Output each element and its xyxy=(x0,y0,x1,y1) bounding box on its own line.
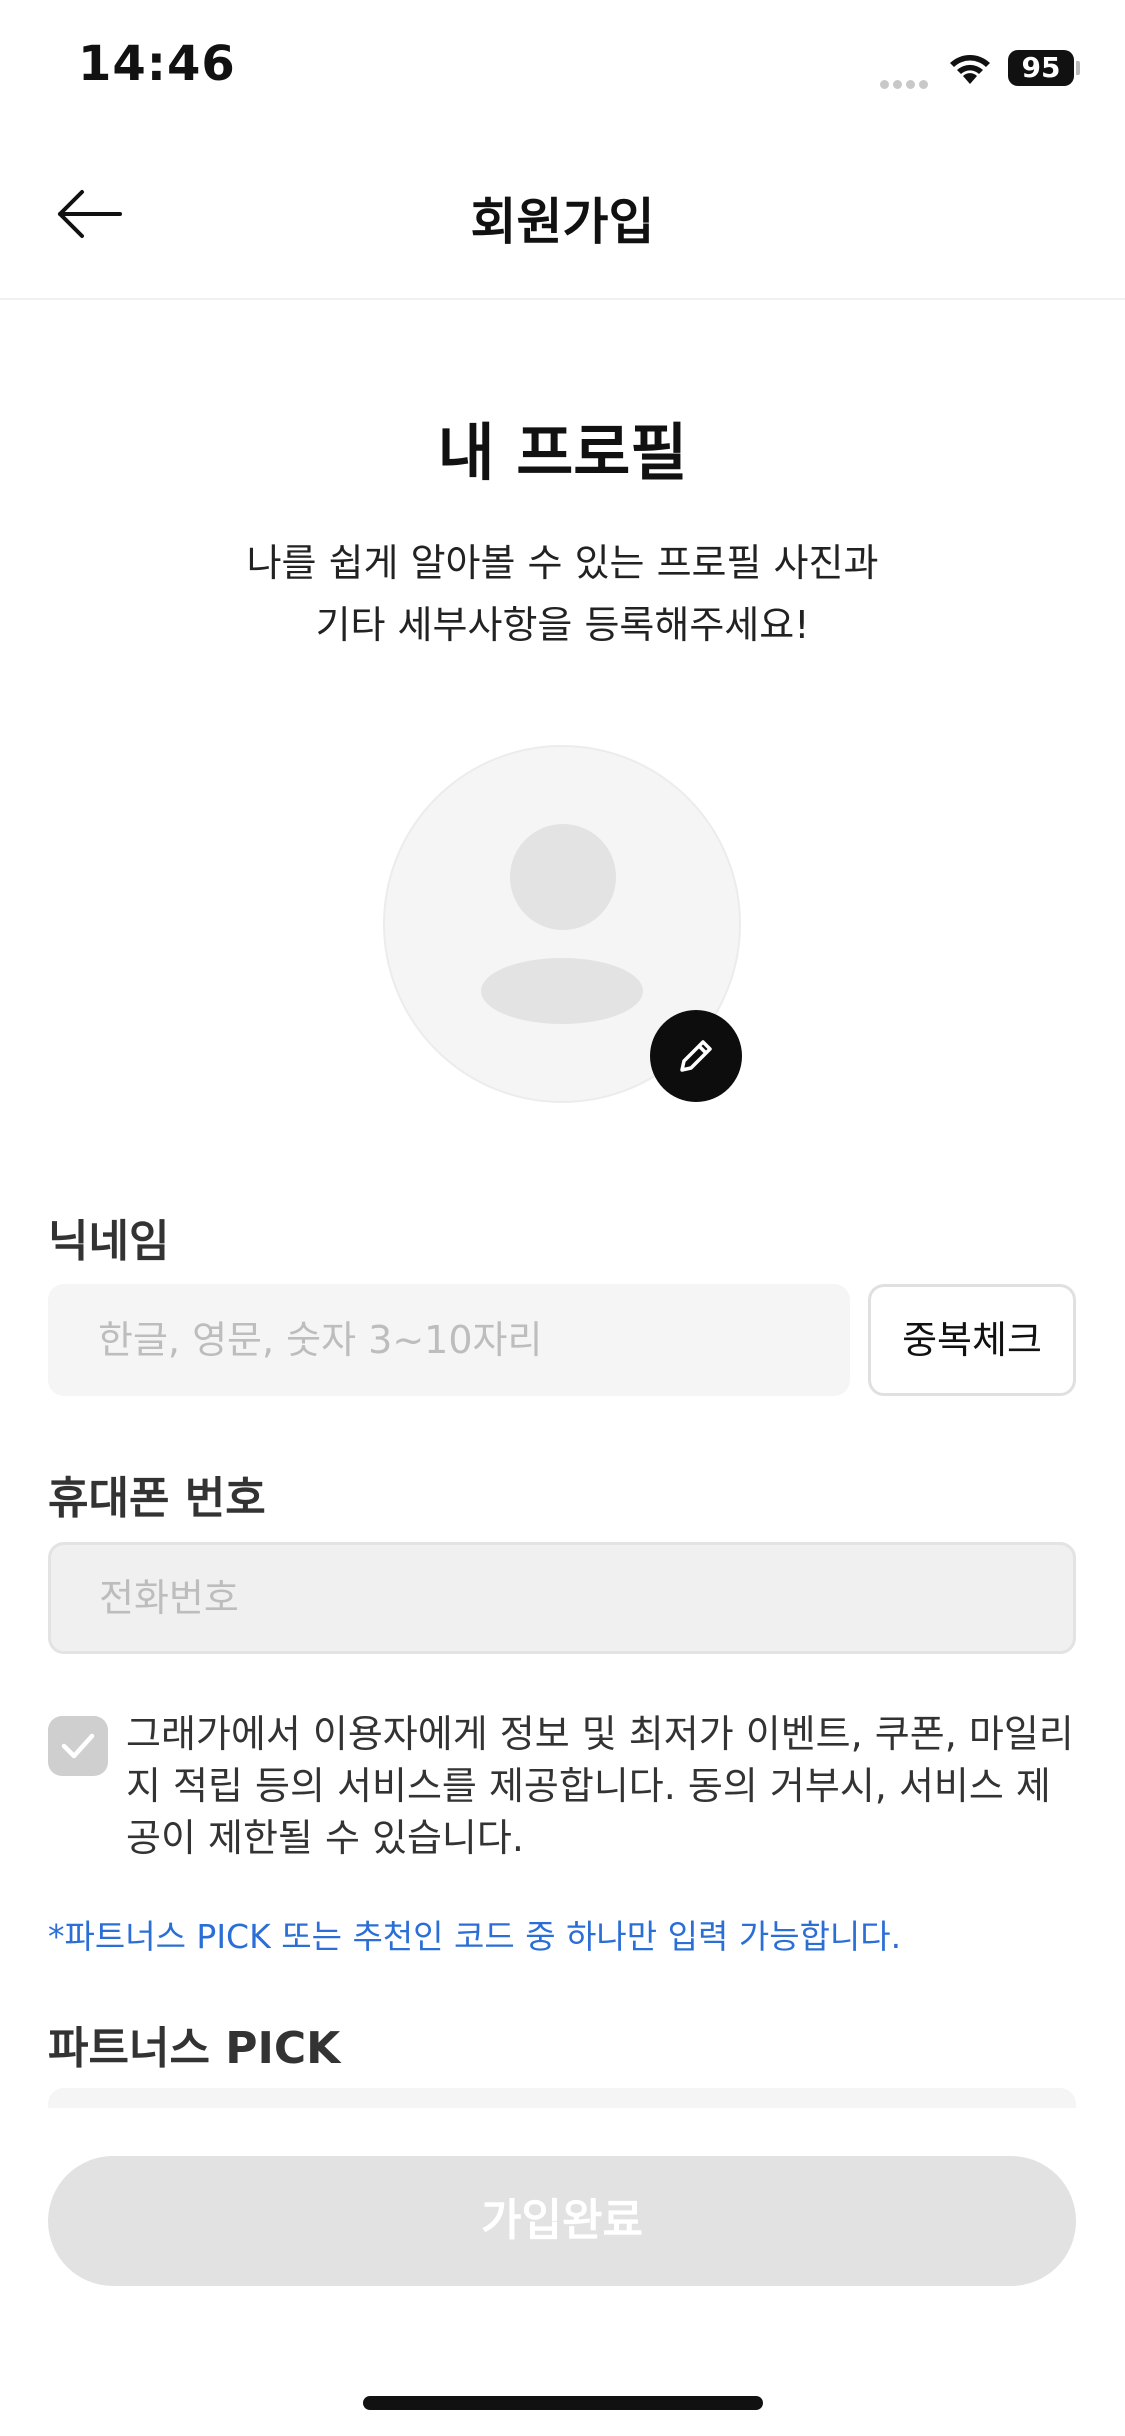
profile-description-line: 나를 쉽게 알아볼 수 있는 프로필 사진과 xyxy=(246,541,879,585)
battery-indicator: 95 xyxy=(1008,50,1074,86)
consent-line: 그래가에서 이용자에게 정보 및 최저가 이벤트, 쿠폰, 마일리 xyxy=(126,1712,1074,1756)
phone-label: 휴대폰 번호 xyxy=(48,1473,266,1524)
checkmark-icon xyxy=(61,1733,95,1759)
partner-pick-label: 파트너스 PICK xyxy=(48,2023,341,2074)
edit-profile-photo-button[interactable] xyxy=(650,1010,742,1102)
profile-description: 나를 쉽게 알아볼 수 있는 프로필 사진과 기타 세부사항을 등록해주세요! xyxy=(0,532,1125,656)
signup-complete-button[interactable]: 가입완료 xyxy=(48,2156,1076,2286)
phone-input[interactable]: 전화번호 xyxy=(48,1542,1076,1654)
status-time: 14:46 xyxy=(78,36,236,92)
nickname-label: 닉네임 xyxy=(48,1216,170,1267)
wifi-icon xyxy=(948,52,992,86)
profile-description-line: 기타 세부사항을 등록해주세요! xyxy=(315,603,810,647)
avatar-placeholder-body xyxy=(481,958,643,1024)
consent-line: 지 적립 등의 서비스를 제공합니다. 동의 거부시, 서비스 제 xyxy=(126,1764,1051,1808)
pencil-icon xyxy=(680,1040,712,1072)
duplicate-check-button[interactable]: 중복체크 xyxy=(868,1284,1076,1396)
cellular-signal-icon xyxy=(880,74,936,89)
consent-checkbox[interactable] xyxy=(48,1716,108,1776)
header-divider xyxy=(0,298,1125,300)
profile-title: 내 프로필 xyxy=(437,416,688,489)
consent-line: 공이 제한될 수 있습니다. xyxy=(126,1816,524,1860)
nickname-input[interactable]: 한글, 영문, 숫자 3~10자리 xyxy=(48,1284,850,1396)
partner-notice: *파트너스 PICK 또는 추천인 코드 중 하나만 입력 가능합니다. xyxy=(48,1917,902,1956)
page-title: 회원가입 xyxy=(470,193,655,251)
home-indicator xyxy=(363,2396,763,2410)
battery-nub xyxy=(1076,61,1080,75)
avatar-placeholder-head xyxy=(510,824,616,930)
consent-text: 그래가에서 이용자에게 정보 및 최저가 이벤트, 쿠폰, 마일리 지 적립 등… xyxy=(126,1708,1076,1864)
